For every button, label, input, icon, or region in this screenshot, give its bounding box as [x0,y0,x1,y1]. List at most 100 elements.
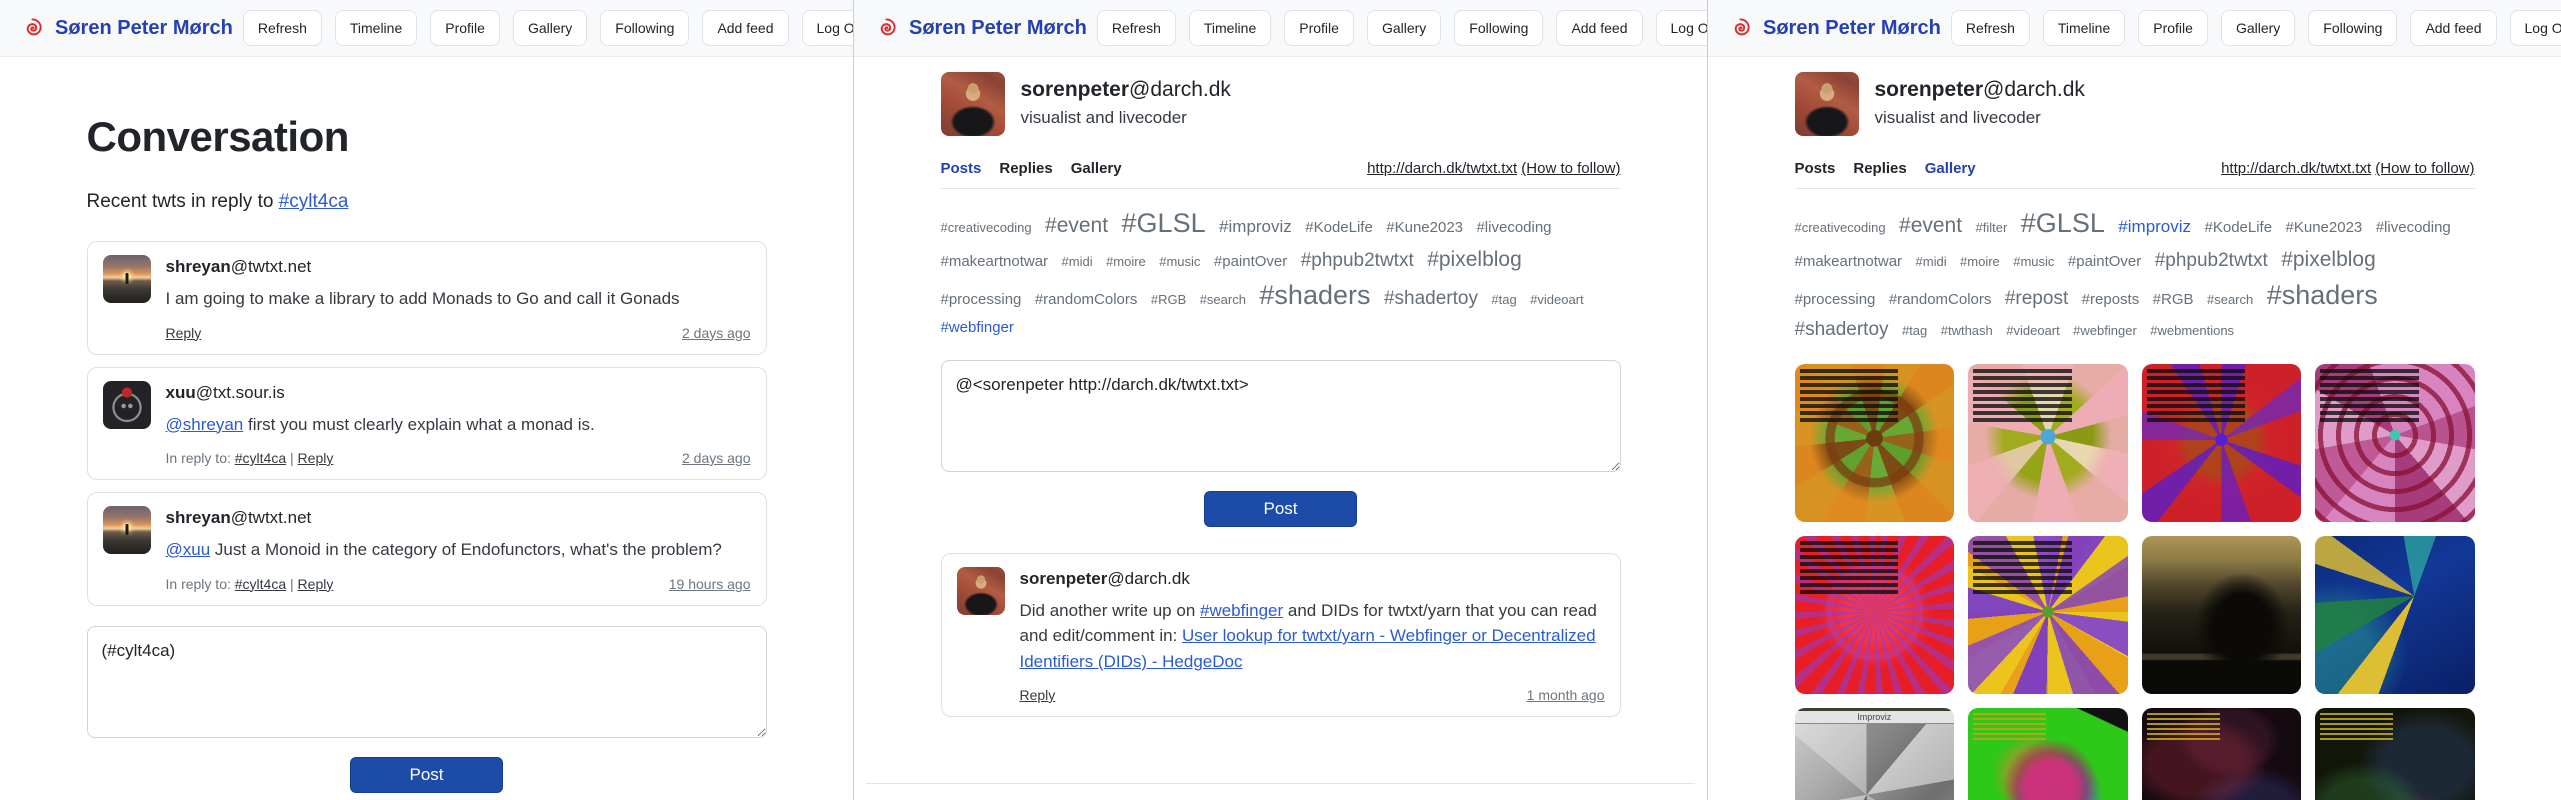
reply-link[interactable]: Reply [166,325,202,341]
gallery-image-livecoding-performance-photo[interactable] [2142,536,2302,694]
hashtag-repost[interactable]: #repost [2005,288,2068,309]
hashtag-phpub2twtxt[interactable]: #phpub2twtxt [2155,250,2268,271]
hashtag-paintover[interactable]: #paintOver [1214,253,1287,270]
nav-button-following[interactable]: Following [600,10,689,46]
gallery-image-wireframe-blob-green-magenta[interactable] [1968,708,2128,800]
hashtag-moire[interactable]: #moire [1106,254,1146,269]
hashtag-randomcolors[interactable]: #randomColors [1035,291,1138,308]
twt-timestamp[interactable]: 1 month ago [1527,687,1605,703]
hashtag-kodelife[interactable]: #KodeLife [2205,219,2273,236]
hashtag-paintover[interactable]: #paintOver [2068,253,2141,270]
how-to-follow-link[interactable]: (How to follow) [1521,160,1620,177]
in-reply-to-link[interactable]: #cylt4ca [235,576,286,592]
brand-link[interactable]: Søren Peter Mørch [874,15,1087,41]
hashtag-tag[interactable]: #tag [1902,323,1927,338]
tab-posts[interactable]: Posts [1795,160,1836,177]
nav-button-profile[interactable]: Profile [1284,10,1354,46]
hashtag-kune2023[interactable]: #Kune2023 [1386,219,1463,236]
reply-link[interactable]: Reply [298,576,334,592]
gallery-image-kaleidoscope-pink-olive[interactable] [1968,364,2128,522]
hashtag-pixelblog[interactable]: #pixelblog [2281,248,2376,271]
reply-link[interactable]: Reply [1020,687,1056,703]
hashtag-kune2023[interactable]: #Kune2023 [2286,219,2363,236]
twt-composer-input[interactable]: @<sorenpeter http://darch.dk/twtxt.txt> [941,360,1621,472]
gallery-image-kaleidoscope-magenta-rings[interactable] [2315,364,2475,522]
hashtag-search[interactable]: #search [1200,292,1246,307]
hashtag-creativecoding[interactable]: #creativecoding [1795,220,1886,235]
hashtag-phpub2twtxt[interactable]: #phpub2twtxt [1301,250,1414,271]
feed-url-link[interactable]: http://darch.dk/twtxt.txt [2221,160,2371,177]
hashtag-videoart[interactable]: #videoart [1530,292,1583,307]
hashtag-shaders[interactable]: #shaders [1259,280,1370,310]
nav-button-log-out[interactable]: Log Out [2510,10,2561,46]
post-button[interactable]: Post [1204,491,1356,527]
twt-timestamp[interactable]: 2 days ago [682,325,751,341]
hashtag-event[interactable]: #event [1045,214,1108,237]
nav-button-refresh[interactable]: Refresh [1097,10,1176,46]
brand-link[interactable]: Søren Peter Mørch [1728,15,1941,41]
twt-timestamp[interactable]: 2 days ago [682,450,751,466]
tab-replies[interactable]: Replies [999,160,1052,177]
nav-button-add-feed[interactable]: Add feed [2410,10,2496,46]
in-reply-to-link[interactable]: #cylt4ca [235,450,286,466]
hashtag-reposts[interactable]: #reposts [2082,291,2140,308]
hashtag-filter[interactable]: #filter [1976,220,2008,235]
nav-button-timeline[interactable]: Timeline [1189,10,1271,46]
twt-composer-input[interactable]: (#cylt4ca) [87,626,767,738]
hashtag-event[interactable]: #event [1899,214,1962,237]
hashtag-shadertoy[interactable]: #shadertoy [1384,288,1478,309]
tab-gallery[interactable]: Gallery [1071,160,1122,177]
gallery-image-kaleidoscope-red-purple[interactable] [2142,364,2302,522]
hashtag-improviz[interactable]: #improviz [1219,217,1292,236]
nav-button-add-feed[interactable]: Add feed [702,10,788,46]
nav-button-refresh[interactable]: Refresh [1951,10,2030,46]
tab-gallery[interactable]: Gallery [1925,160,1976,177]
hashtag-webfinger[interactable]: #webfinger [941,319,1014,336]
hashtag-rgb[interactable]: #RGB [2153,291,2194,308]
gallery-image-abstract-3d-blue-yellow-shards[interactable] [2315,536,2475,694]
hashtag-improviz[interactable]: #improviz [2118,217,2191,236]
nav-button-gallery[interactable]: Gallery [513,10,587,46]
hashtag-music[interactable]: #music [2013,254,2054,269]
hashtag-creativecoding[interactable]: #creativecoding [941,220,1032,235]
twt-author[interactable]: shreyan@twtxt.net [166,506,751,528]
gallery-image-kaleidoscope-orange-purple-flower[interactable] [1968,536,2128,694]
nav-button-gallery[interactable]: Gallery [1367,10,1441,46]
tab-posts[interactable]: Posts [941,160,982,177]
hashtag-processing[interactable]: #processing [1795,291,1876,308]
hashtag-processing[interactable]: #processing [941,291,1022,308]
hashtag-search[interactable]: #search [2207,292,2253,307]
hashtag-makeartnotwar[interactable]: #makeartnotwar [1795,253,1903,270]
hashtag-shadertoy[interactable]: #shadertoy [1795,319,1889,340]
hashtag-webmentions[interactable]: #webmentions [2150,323,2234,338]
hashtag-shaders[interactable]: #shaders [2267,280,2378,310]
hashtag-livecoding[interactable]: #livecoding [1476,219,1551,236]
gallery-image-radial-red-purple-fan[interactable] [1795,536,1955,694]
gallery-image-kaleidoscope-orange-green[interactable] [1795,364,1955,522]
post-button[interactable]: Post [350,757,502,793]
twt-author[interactable]: sorenpeter@darch.dk [1020,567,1605,589]
feed-url-link[interactable]: http://darch.dk/twtxt.txt [1367,160,1517,177]
hashtag-pixelblog[interactable]: #pixelblog [1427,248,1522,271]
nav-button-profile[interactable]: Profile [2138,10,2208,46]
hashtag-glsl[interactable]: #GLSL [1122,208,1206,238]
hashtag-moire[interactable]: #moire [1960,254,2000,269]
brand-link[interactable]: Søren Peter Mørch [20,15,233,41]
nav-button-log-out[interactable]: Log Out [1656,10,1708,46]
nav-button-following[interactable]: Following [1454,10,1543,46]
message-link[interactable]: @shreyan [166,415,244,434]
message-link[interactable]: @xuu [166,540,211,559]
hashtag-tag[interactable]: #tag [1491,292,1516,307]
message-link[interactable]: User lookup for twtxt/yarn - Webfinger o… [1020,626,1596,671]
nav-button-timeline[interactable]: Timeline [2043,10,2125,46]
hashtag-midi[interactable]: #midi [1916,254,1947,269]
nav-button-timeline[interactable]: Timeline [335,10,417,46]
hashtag-twthash[interactable]: #twthash [1941,323,1993,338]
tab-replies[interactable]: Replies [1853,160,1906,177]
hashtag-videoart[interactable]: #videoart [2006,323,2059,338]
nav-button-log-out[interactable]: Log Out [802,10,854,46]
nav-button-following[interactable]: Following [2308,10,2397,46]
twt-timestamp[interactable]: 19 hours ago [669,576,751,592]
reply-link[interactable]: Reply [298,450,334,466]
nav-button-refresh[interactable]: Refresh [243,10,322,46]
